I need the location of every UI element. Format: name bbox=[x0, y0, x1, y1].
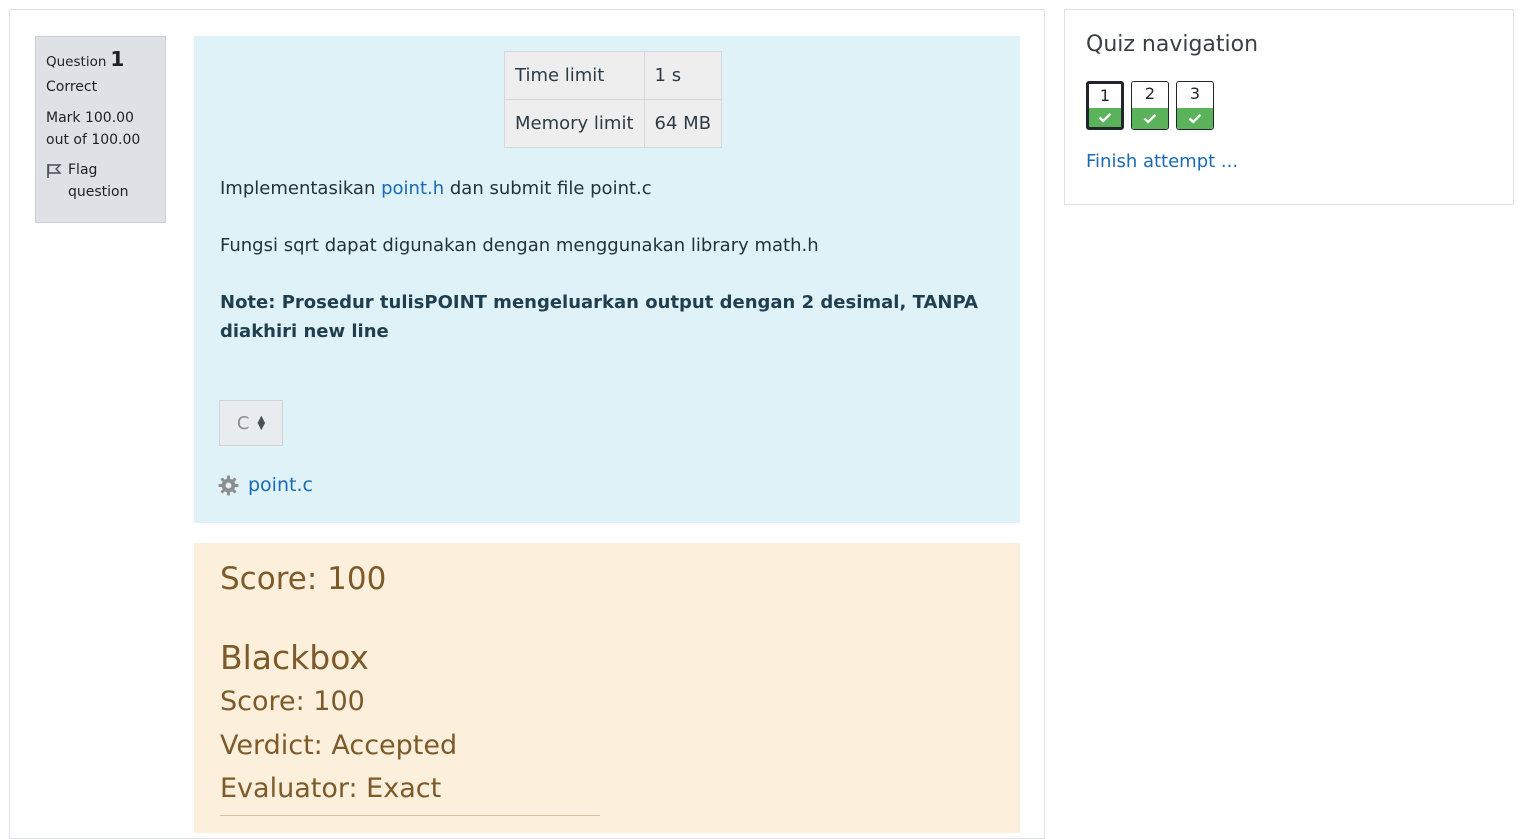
table-row: Memory limit 64 MB bbox=[504, 99, 723, 148]
question-button-3[interactable]: 3 bbox=[1176, 81, 1214, 130]
question-button-2[interactable]: 2 bbox=[1131, 81, 1169, 130]
description-note: Note: Prosedur tulisPOINT mengeluarkan o… bbox=[220, 292, 978, 342]
memory-limit-label: Memory limit bbox=[504, 99, 645, 148]
flag-question-label: Flag question bbox=[68, 162, 129, 200]
question-formulation: Time limit 1 s Memory limit 64 MB Implem… bbox=[194, 36, 1020, 523]
question-state: Correct bbox=[46, 79, 98, 95]
language-select-value: C bbox=[236, 412, 250, 434]
blackbox-title: Blackbox bbox=[220, 638, 369, 677]
score-heading: Score: 100 bbox=[220, 561, 387, 597]
question-buttons: 1 2 3 bbox=[1086, 81, 1214, 130]
question-info-panel: Question 1 Correct Mark 100.00 out of 100… bbox=[35, 36, 166, 223]
select-arrows-icon: ▲ ▼ bbox=[257, 414, 266, 432]
blackbox-evaluator: Evaluator: Exact bbox=[220, 773, 442, 804]
flag-icon bbox=[47, 164, 62, 178]
check-icon bbox=[1177, 108, 1213, 129]
check-icon bbox=[1132, 108, 1168, 129]
time-limit-label: Time limit bbox=[504, 51, 645, 100]
submitted-file-link[interactable]: point.c bbox=[248, 474, 313, 496]
gear-icon bbox=[218, 475, 239, 495]
quiz-navigation-block: Quiz navigation 1 2 3 Finish attempt ... bbox=[1064, 9, 1514, 205]
question-button-1[interactable]: 1 bbox=[1086, 81, 1124, 130]
memory-limit-value: 64 MB bbox=[643, 99, 723, 148]
divider bbox=[220, 815, 600, 816]
blackbox-verdict: Verdict: Accepted bbox=[220, 730, 458, 761]
question-number: Question 1 bbox=[46, 47, 125, 71]
submitted-file: point.c bbox=[218, 474, 313, 496]
language-select[interactable]: C ▲ ▼ bbox=[219, 400, 283, 446]
limits-table: Time limit 1 s Memory limit 64 MB bbox=[504, 51, 723, 148]
feedback-outcome: Score: 100 Blackbox Score: 100 Verdict: … bbox=[194, 543, 1020, 833]
point-h-link[interactable]: point.h bbox=[381, 178, 444, 199]
flag-question-button[interactable]: Flag question bbox=[46, 159, 155, 203]
finish-attempt-link[interactable]: Finish attempt ... bbox=[1086, 151, 1238, 172]
question-grade: Mark 100.00 out of 100.00 bbox=[46, 110, 141, 148]
blackbox-score: Score: 100 bbox=[220, 686, 365, 717]
question-description: Implementasikan point.h dan submit file … bbox=[220, 174, 980, 374]
time-limit-value: 1 s bbox=[643, 51, 723, 100]
description-line-1: Implementasikan point.h dan submit file … bbox=[220, 178, 652, 199]
check-icon bbox=[1089, 108, 1121, 127]
table-row: Time limit 1 s bbox=[504, 51, 723, 100]
quiz-navigation-title: Quiz navigation bbox=[1086, 32, 1259, 57]
description-line-2: Fungsi sqrt dapat digunakan dengan mengg… bbox=[220, 235, 819, 256]
